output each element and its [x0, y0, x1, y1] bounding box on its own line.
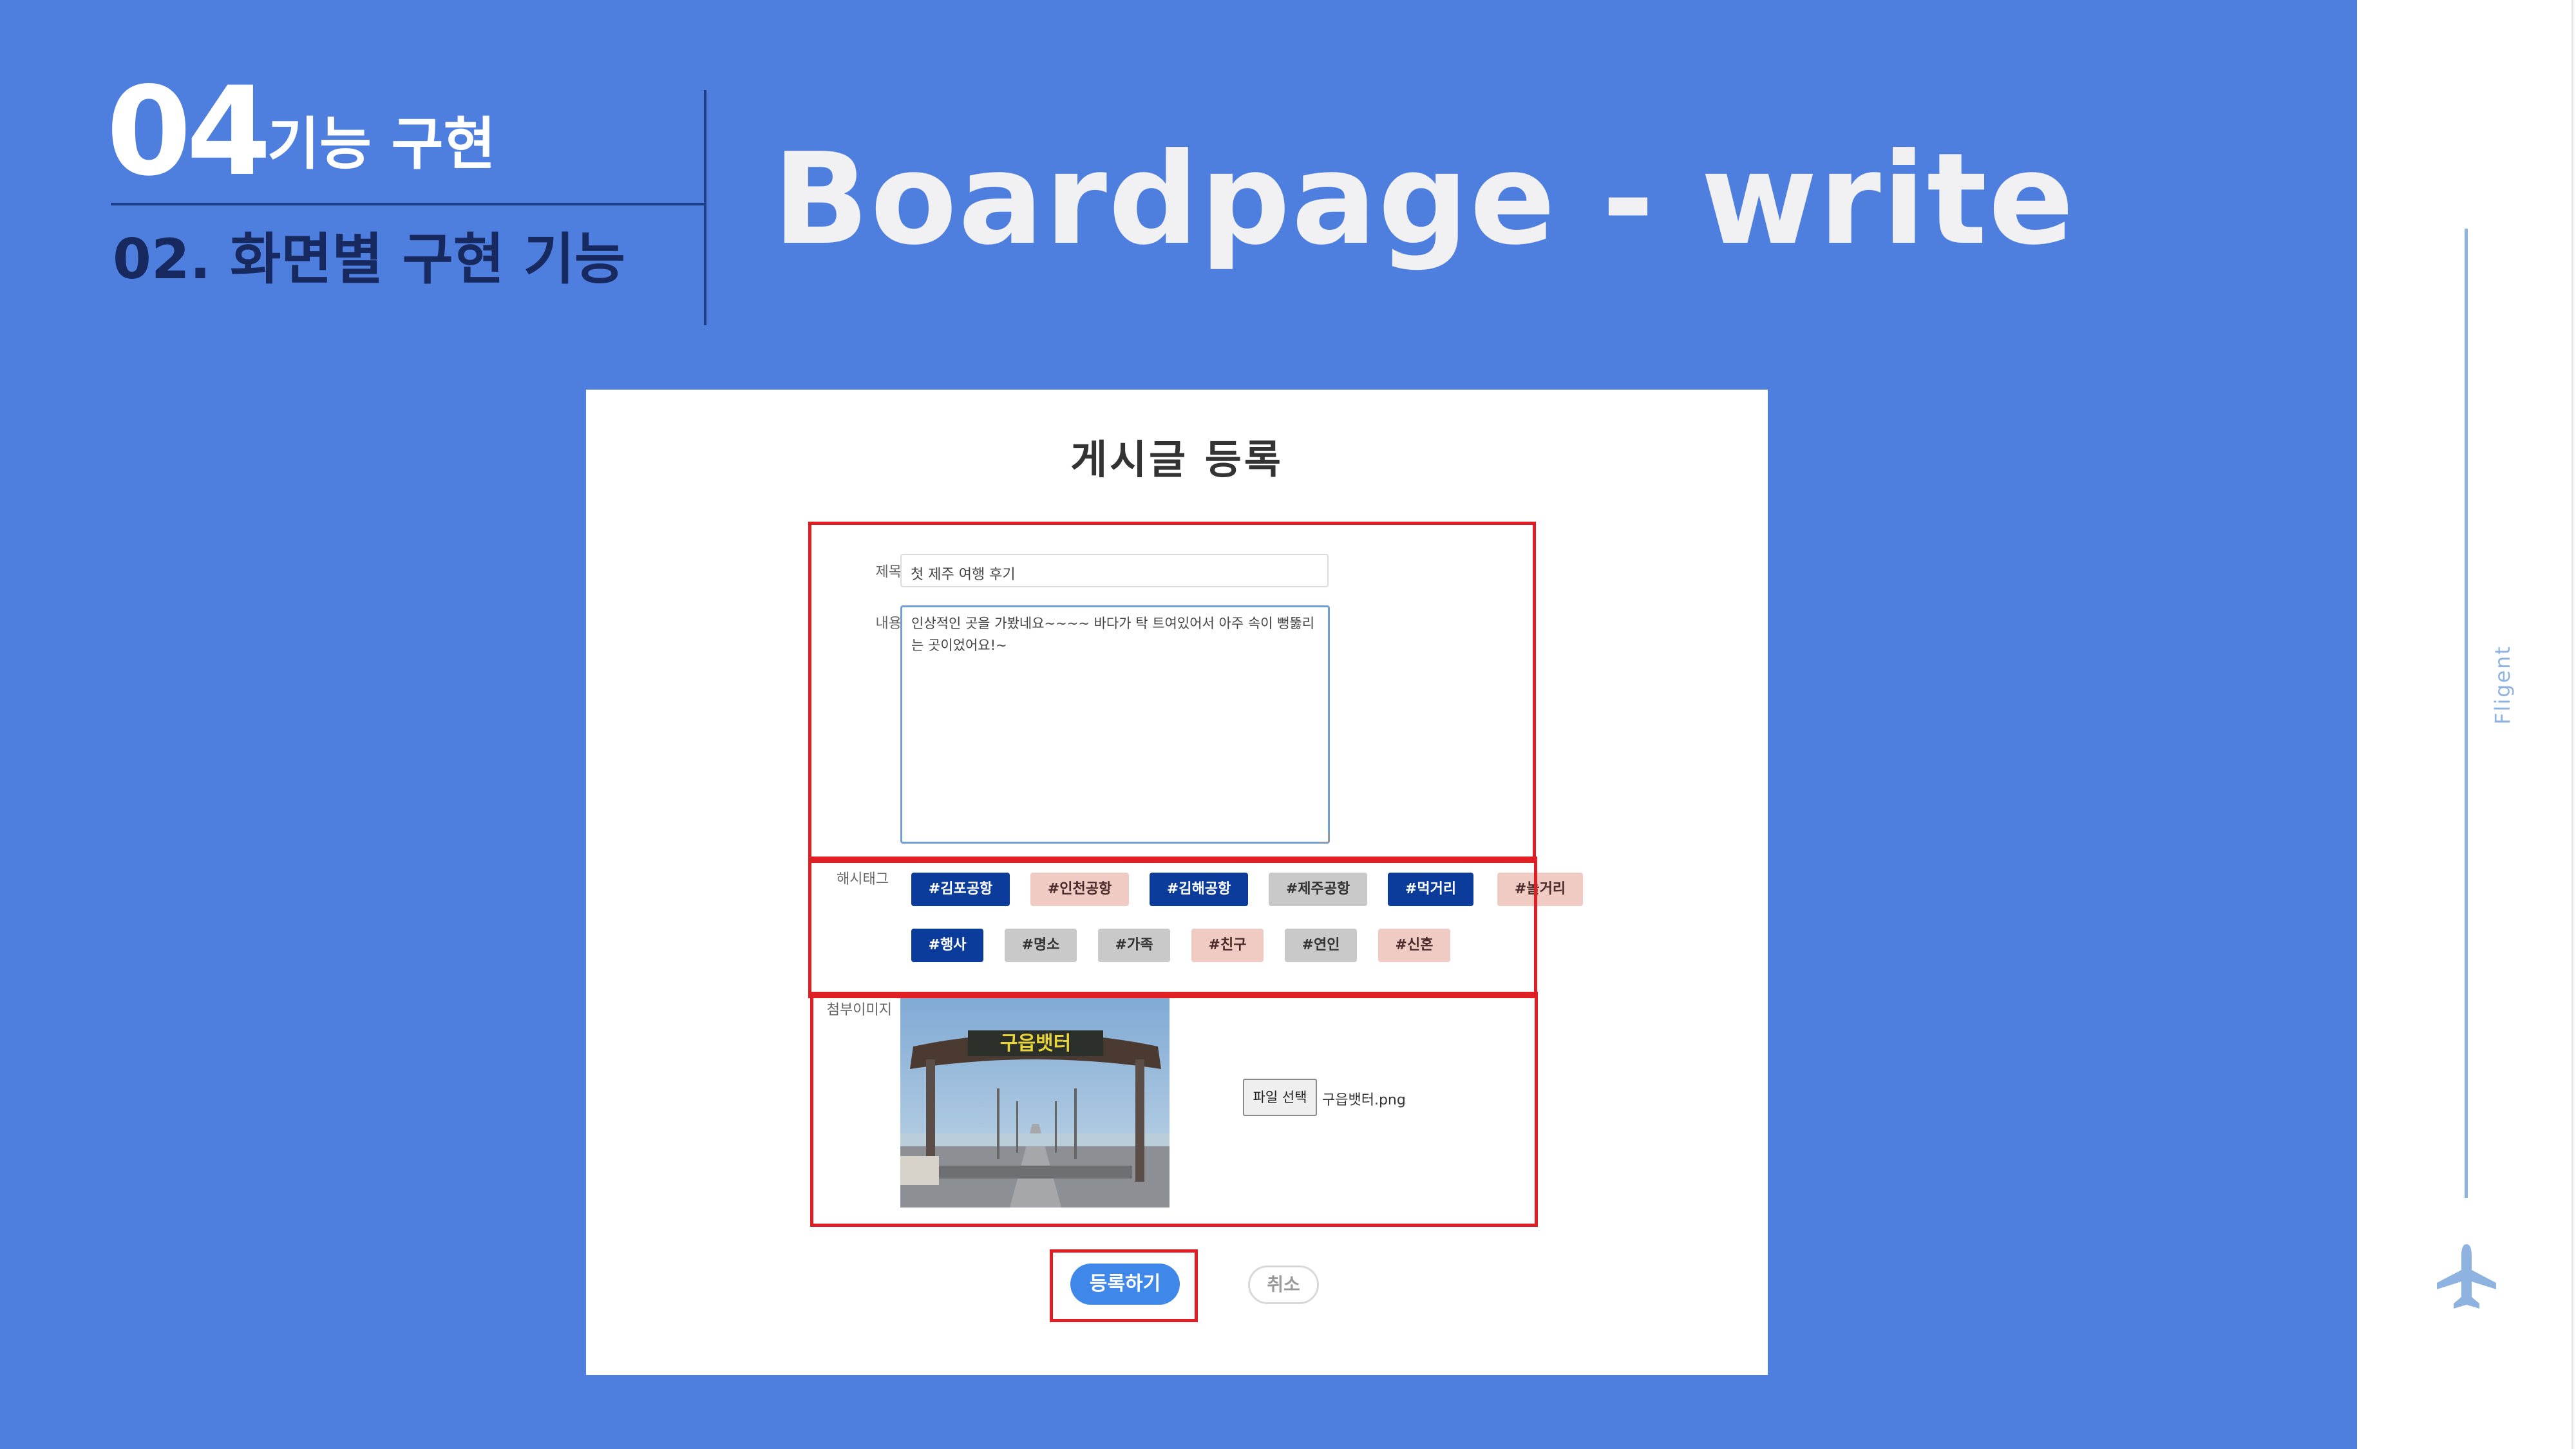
- page-heading: Boardpage - write: [773, 126, 2076, 273]
- form-title: 게시글 등록: [1070, 436, 1283, 483]
- highlight-box-hashtags: [808, 857, 1537, 998]
- page-edge-line: [2571, 0, 2573, 1449]
- cancel-button[interactable]: 취소: [1248, 1265, 1319, 1304]
- header-divider-horizontal: [111, 203, 706, 205]
- section-subtitle: 02. 화면별 구현 기능: [113, 227, 626, 292]
- rail-brand-label: Fligent: [2490, 645, 2515, 724]
- highlight-box-content: [808, 522, 1536, 863]
- highlight-box-submit: [1050, 1249, 1198, 1322]
- airplane-icon: [2434, 1243, 2499, 1314]
- section-title: 기능 구현: [267, 111, 496, 177]
- board-write-screenshot: 게시글 등록 제목 첫 제주 여행 후기 내용 인상적인 곳을 가봤네요~~~~…: [586, 390, 1768, 1375]
- section-number: 04: [106, 61, 271, 203]
- rail-line: [2465, 229, 2468, 1198]
- header-divider-vertical: [704, 90, 706, 325]
- highlight-box-image: [810, 992, 1538, 1227]
